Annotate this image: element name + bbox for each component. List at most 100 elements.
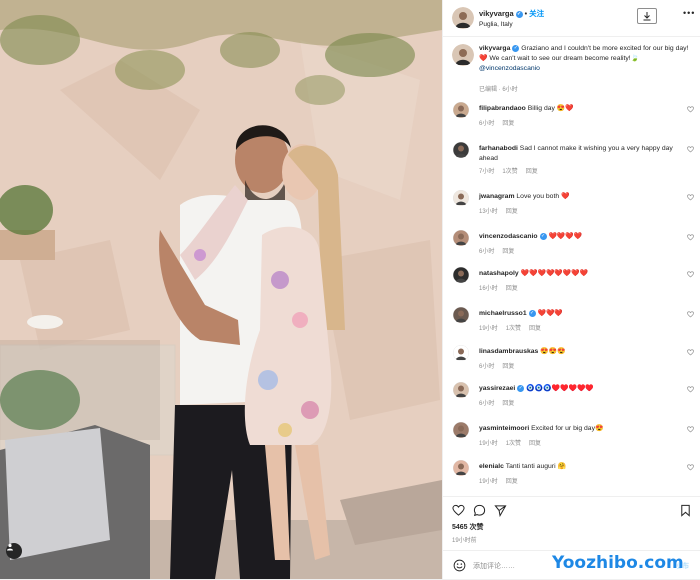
comment-icon[interactable] — [473, 504, 486, 517]
comment-text: elenialc Tanti tanti auguri 🤗 — [479, 462, 679, 472]
avatar[interactable] — [453, 230, 469, 246]
comment-text: michaelrusso1 ✓ ❤️❤️❤️ — [479, 309, 679, 319]
emoji-icon[interactable] — [453, 559, 466, 572]
comment-time: 13小时 — [479, 209, 498, 215]
avatar[interactable] — [453, 382, 469, 398]
avatar[interactable] — [453, 422, 469, 438]
comment-username[interactable]: filipabrandaoo — [479, 105, 526, 112]
avatar[interactable] — [453, 102, 469, 118]
mention-link[interactable]: @vincenzodascanio — [479, 65, 540, 72]
post-header: vikyvarga ✓ • 关注 Puglia, Italy ••• — [443, 0, 700, 37]
comment-time: 16小时 — [479, 286, 498, 292]
comment-item: natashapoly ❤️❤️❤️❤️❤️❤️❤️❤️ 16小时 回复 — [443, 265, 700, 305]
comment-item: linasdambrauskas 😍😍😍 6小时 回复 — [443, 343, 700, 383]
bookmark-icon[interactable] — [679, 504, 692, 517]
avatar[interactable] — [453, 267, 469, 283]
comment-body: Billig day 😍❤️ — [527, 105, 574, 112]
couple-photo-illustration — [0, 0, 442, 579]
like-comment-icon[interactable] — [687, 311, 694, 318]
comment-username[interactable]: yasminteimoori — [479, 425, 529, 432]
more-horizontal-icon[interactable]: ••• — [683, 8, 695, 18]
comment-username[interactable]: natashapoly — [479, 270, 519, 277]
header-line: vikyvarga ✓ • 关注 — [479, 9, 545, 18]
comment-time: 19小时 — [479, 479, 498, 485]
comment-meta: 6小时 回复 — [479, 398, 522, 407]
reply-button[interactable]: 回复 — [529, 441, 541, 447]
comment-meta: 7小时 1次赞 回复 — [479, 166, 546, 175]
avatar[interactable] — [452, 44, 474, 66]
comment-likes[interactable]: 1次赞 — [506, 441, 521, 447]
reply-button[interactable]: 回复 — [502, 121, 514, 127]
reply-button[interactable]: 回复 — [506, 286, 518, 292]
comment-text: jwanagram Love you both ❤️ — [479, 192, 679, 202]
like-comment-icon[interactable] — [687, 271, 694, 278]
comment-username[interactable]: elenialc — [479, 463, 504, 470]
avatar[interactable] — [453, 345, 469, 361]
comment-likes[interactable]: 1次赞 — [502, 169, 517, 175]
comment-item: jwanagram Love you both ❤️ 13小时 回复 — [443, 188, 700, 228]
avatar[interactable] — [453, 460, 469, 476]
reply-button[interactable]: 回复 — [506, 209, 518, 215]
comment-time: 7小时 — [479, 169, 495, 175]
reply-button[interactable]: 回复 — [502, 401, 514, 407]
comment-text: yasminteimoori Excited for ur big day😍 — [479, 424, 679, 434]
like-comment-icon[interactable] — [687, 146, 694, 153]
comment-username[interactable]: farhanabodi — [479, 145, 518, 152]
avatar[interactable] — [453, 142, 469, 158]
comment-username[interactable]: jwanagram — [479, 193, 515, 200]
comment-item: filipabrandaoo Billig day 😍❤️ 6小时 回复 — [443, 100, 700, 140]
download-icon[interactable] — [637, 8, 657, 24]
comment-time: 6小时 — [479, 121, 495, 127]
comment-time: 19小时 — [479, 441, 498, 447]
comment-meta: 19小时 1次赞 回复 — [479, 438, 549, 447]
comment-item: elenialc Tanti tanti auguri 🤗 19小时 回复 — [443, 458, 700, 498]
caption-username[interactable]: vikyvarga — [479, 45, 510, 52]
heart-icon[interactable] — [452, 504, 465, 517]
comment-body: Excited for ur big day😍 — [531, 425, 604, 432]
reply-button[interactable]: 回复 — [529, 326, 541, 332]
comment-username[interactable]: michaelrusso1 — [479, 310, 527, 317]
like-comment-icon[interactable] — [687, 234, 694, 241]
comment-time: 19小时 — [479, 326, 498, 332]
comment-body: ❤️❤️❤️❤️❤️❤️❤️❤️ — [520, 270, 589, 277]
comment-item: yasminteimoori Excited for ur big day😍 19… — [443, 420, 700, 460]
comment-meta: 19小时 回复 — [479, 476, 526, 485]
like-comment-icon[interactable] — [687, 426, 694, 433]
comment-username[interactable]: yassirezaei — [479, 385, 515, 392]
post-photo[interactable] — [0, 0, 442, 579]
reply-button[interactable]: 回复 — [506, 479, 518, 485]
comment-meta: 6小时 回复 — [479, 246, 522, 255]
reply-button[interactable]: 回复 — [526, 169, 538, 175]
follow-button[interactable]: 关注 — [529, 9, 544, 18]
username-link[interactable]: vikyvarga — [479, 9, 514, 18]
avatar[interactable] — [453, 190, 469, 206]
comment-meta: 16小时 回复 — [479, 283, 526, 292]
like-comment-icon[interactable] — [687, 106, 694, 113]
share-icon[interactable] — [494, 504, 507, 517]
location-link[interactable]: Puglia, Italy — [479, 21, 513, 28]
comment-meta: 13小时 回复 — [479, 206, 526, 215]
avatar[interactable] — [453, 307, 469, 323]
likes-count[interactable]: 5465 次赞 — [452, 522, 484, 532]
comment-item: farhanabodi Sad I cannot make it wishing… — [443, 140, 700, 180]
comment-likes[interactable]: 1次赞 — [506, 326, 521, 332]
comment-body: Love you both ❤️ — [516, 193, 570, 200]
comment-meta: 19小时 1次赞 回复 — [479, 323, 549, 332]
comment-body: Tanti tanti auguri 🤗 — [505, 463, 566, 470]
comment-meta: 6小时 回复 — [479, 118, 522, 127]
reply-button[interactable]: 回复 — [502, 249, 514, 255]
avatar[interactable] — [452, 7, 474, 29]
site-watermark: Yoozhibo.com — [552, 553, 684, 573]
like-comment-icon[interactable] — [687, 194, 694, 201]
comment-username[interactable]: linasdambrauskas — [479, 348, 538, 355]
comment-username[interactable]: vincenzodascanio — [479, 233, 538, 240]
post-sidebar: vikyvarga ✓ • 关注 Puglia, Italy ••• vikyvarg… — [442, 0, 700, 579]
comment-body: ❤️❤️❤️❤️ — [548, 233, 583, 240]
like-comment-icon[interactable] — [687, 349, 694, 356]
comment-input[interactable]: 添加评论…… — [473, 561, 515, 571]
like-comment-icon[interactable] — [687, 386, 694, 393]
like-comment-icon[interactable] — [687, 464, 694, 471]
comment-body: 🧿🧿🧿♥️♥️♥️♥️♥️ — [526, 385, 594, 392]
reply-button[interactable]: 回复 — [502, 364, 514, 370]
tagged-user-icon[interactable] — [6, 543, 22, 559]
